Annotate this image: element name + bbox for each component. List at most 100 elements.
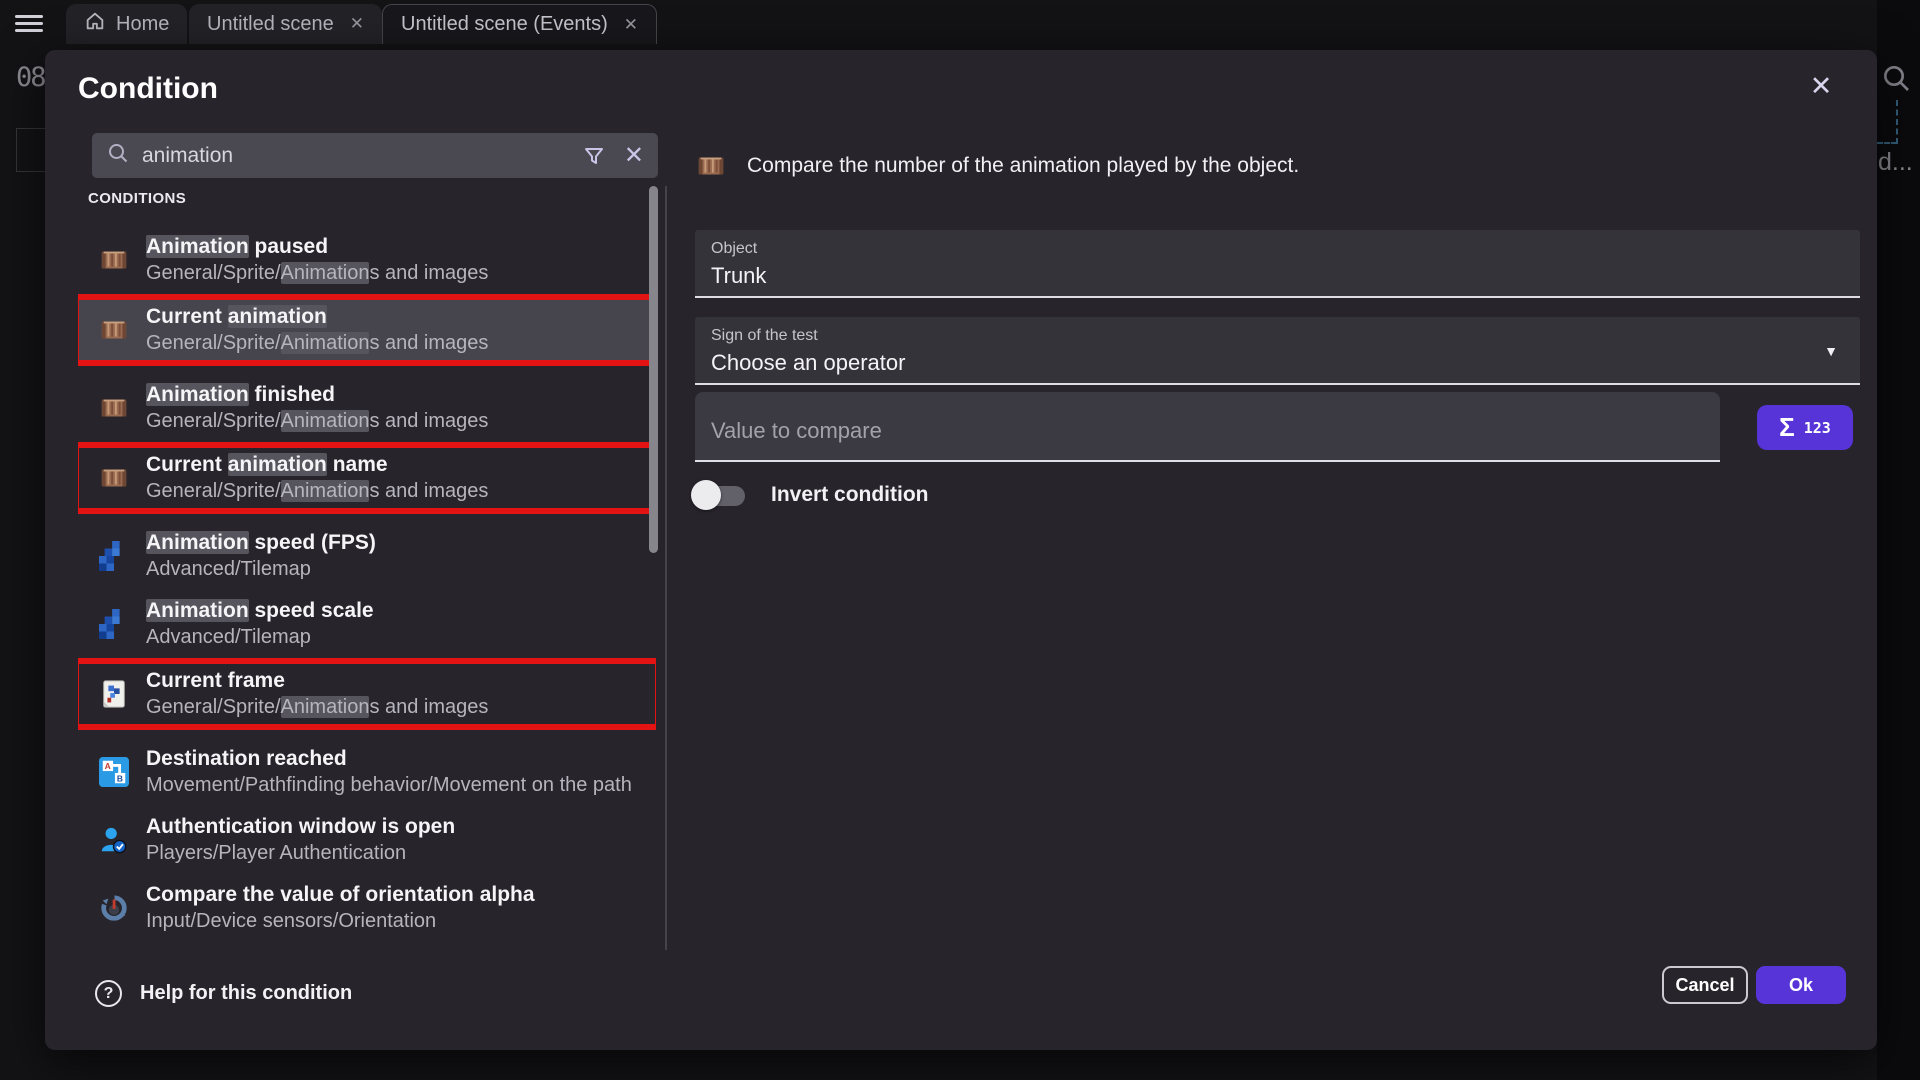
condition-item-path: Movement/Pathfinding behavior/Movement o… — [146, 772, 632, 799]
condition-item-path: Advanced/Tilemap — [146, 624, 374, 651]
condition-description-row: Compare the number of the animation play… — [695, 150, 1299, 182]
toggle-thumb — [691, 480, 721, 510]
condition-item[interactable]: Current animationGeneral/Sprite/Animatio… — [78, 299, 656, 361]
tab-label: Home — [116, 13, 169, 36]
tab-untitled-scene[interactable]: Untitled scene ✕ — [189, 4, 382, 44]
clear-search-icon[interactable]: ✕ — [624, 141, 644, 170]
svg-text:B: B — [117, 773, 123, 783]
tilemap-icon — [98, 608, 130, 640]
condition-item-path: General/Sprite/Animations and images — [146, 694, 488, 721]
pathfinding-icon: AB — [98, 756, 130, 788]
menu-icon[interactable] — [15, 15, 43, 33]
condition-item[interactable]: Current animation nameGeneral/Sprite/Ani… — [78, 447, 656, 509]
sprite-animation-icon — [98, 462, 130, 494]
help-icon: ? — [95, 980, 122, 1007]
search-icon[interactable] — [1880, 62, 1912, 99]
tab-label: Untitled scene (Events) — [401, 13, 608, 36]
condition-item[interactable]: Animation finishedGeneral/Sprite/Animati… — [78, 377, 656, 439]
value-to-compare-input[interactable]: Value to compare — [695, 392, 1720, 462]
condition-item-title: Animation paused — [146, 233, 488, 260]
filter-icon[interactable] — [582, 144, 606, 168]
chevron-down-icon: ▼ — [1824, 343, 1838, 359]
condition-item-text: Animation speed scaleAdvanced/Tilemap — [146, 597, 374, 651]
condition-item-text: Current frameGeneral/Sprite/Animations a… — [146, 667, 488, 721]
condition-item[interactable]: AB Destination reachedMovement/Pathfindin… — [78, 741, 656, 803]
orientation-icon — [98, 892, 130, 924]
section-header: CONDITIONS — [88, 190, 656, 207]
condition-item-path: Advanced/Tilemap — [146, 556, 376, 583]
dialog-close-icon[interactable]: ✕ — [1803, 68, 1839, 104]
condition-item-title: Destination reached — [146, 745, 632, 772]
magnifier-icon — [106, 141, 130, 170]
condition-item[interactable]: Animation speed scaleAdvanced/Tilemap — [78, 593, 656, 655]
search-input[interactable]: animation ✕ — [92, 133, 658, 178]
tab-label: Untitled scene — [207, 13, 334, 36]
invert-toggle[interactable] — [693, 478, 745, 512]
condition-item-text: Animation finishedGeneral/Sprite/Animati… — [146, 381, 488, 435]
ok-button[interactable]: Ok — [1756, 966, 1846, 1004]
value-placeholder: Value to compare — [711, 418, 882, 444]
close-tab-icon[interactable]: ✕ — [624, 15, 638, 35]
condition-item-title: Animation speed (FPS) — [146, 529, 376, 556]
condition-item-path: General/Sprite/Animations and images — [146, 330, 488, 357]
sprite-animation-icon — [98, 244, 130, 276]
condition-item-path: Input/Device sensors/Orientation — [146, 908, 535, 935]
expression-editor-button[interactable]: Σ 123 — [1757, 405, 1853, 450]
condition-item-path: Players/Player Authentication — [146, 840, 455, 867]
condition-item-text: Animation pausedGeneral/Sprite/Animation… — [146, 233, 488, 287]
condition-item-title: Current frame — [146, 667, 488, 694]
tab-untitled-scene-events[interactable]: Untitled scene (Events) ✕ — [382, 4, 657, 44]
object-field[interactable]: Object Trunk — [695, 230, 1860, 298]
selection-dash-horizontal — [1877, 142, 1897, 144]
search-value: animation — [142, 144, 570, 168]
condition-item-text: Compare the value of orientation alphaIn… — [146, 881, 535, 935]
dialog-title: Condition — [78, 72, 218, 106]
close-tab-icon[interactable]: ✕ — [350, 14, 364, 34]
invert-condition-label: Invert condition — [771, 483, 929, 507]
svg-text:A: A — [105, 761, 111, 771]
expression-123-label: 123 — [1804, 419, 1831, 437]
condition-item-title: Current animation — [146, 303, 488, 330]
operator-select[interactable]: Sign of the test Choose an operator ▼ — [695, 317, 1860, 385]
invert-condition-row[interactable]: Invert condition — [693, 478, 929, 512]
condition-description: Compare the number of the animation play… — [747, 154, 1299, 178]
condition-item-title: Authentication window is open — [146, 813, 455, 840]
condition-item[interactable]: Compare the value of orientation alphaIn… — [78, 877, 656, 939]
tab-home[interactable]: Home — [66, 4, 187, 44]
condition-item[interactable]: Animation pausedGeneral/Sprite/Animation… — [78, 229, 656, 291]
condition-rows: Animation pausedGeneral/Sprite/Animation… — [78, 229, 656, 939]
condition-item-title: Compare the value of orientation alpha — [146, 881, 535, 908]
condition-item-path: General/Sprite/Animations and images — [146, 408, 488, 435]
condition-item-path: General/Sprite/Animations and images — [146, 260, 488, 287]
tab-bar: Home Untitled scene ✕ Untitled scene (Ev… — [0, 0, 1920, 44]
selection-dash-vertical — [1896, 100, 1898, 144]
player-auth-icon — [98, 824, 130, 856]
condition-list: CONDITIONS Animation pausedGeneral/Sprit… — [78, 186, 656, 948]
condition-item-text: Destination reachedMovement/Pathfinding … — [146, 745, 632, 799]
condition-item[interactable]: Animation speed (FPS)Advanced/Tilemap — [78, 525, 656, 587]
condition-item-text: Animation speed (FPS)Advanced/Tilemap — [146, 529, 376, 583]
panel-divider — [665, 186, 667, 950]
object-field-label: Object — [711, 240, 1844, 258]
list-scrollbar[interactable] — [649, 186, 658, 553]
frame-icon — [98, 678, 130, 710]
sprite-animation-icon — [98, 392, 130, 424]
help-label: Help for this condition — [140, 982, 352, 1005]
condition-item-title: Current animation name — [146, 451, 488, 478]
condition-item[interactable]: Authentication window is openPlayers/Pla… — [78, 809, 656, 871]
operator-value: Choose an operator — [711, 350, 1844, 376]
cancel-button[interactable]: Cancel — [1662, 966, 1748, 1004]
help-link[interactable]: ? Help for this condition — [95, 980, 352, 1007]
sprite-animation-icon — [98, 314, 130, 346]
condition-dialog: Condition ✕ animation ✕ CONDITIONS Anima… — [45, 50, 1877, 1050]
condition-item-title: Animation finished — [146, 381, 488, 408]
right-edge-strip: d... — [1877, 0, 1920, 1080]
home-icon — [84, 10, 106, 38]
condition-item-title: Animation speed scale — [146, 597, 374, 624]
sprite-animation-icon — [695, 150, 727, 182]
tilemap-icon — [98, 540, 130, 572]
condition-item-text: Current animation nameGeneral/Sprite/Ani… — [146, 451, 488, 505]
condition-item-text: Authentication window is openPlayers/Pla… — [146, 813, 455, 867]
condition-item-text: Current animationGeneral/Sprite/Animatio… — [146, 303, 488, 357]
condition-item[interactable]: Current frameGeneral/Sprite/Animations a… — [78, 663, 656, 725]
